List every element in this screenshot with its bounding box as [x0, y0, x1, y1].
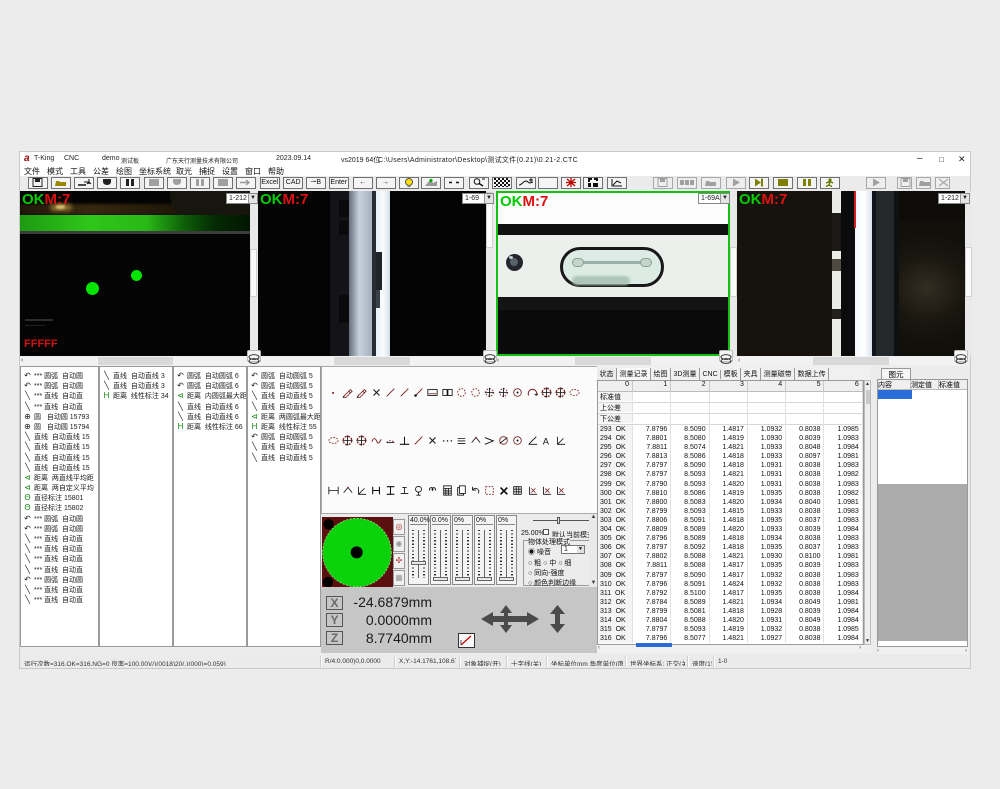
svg-text:A: A [543, 436, 550, 446]
